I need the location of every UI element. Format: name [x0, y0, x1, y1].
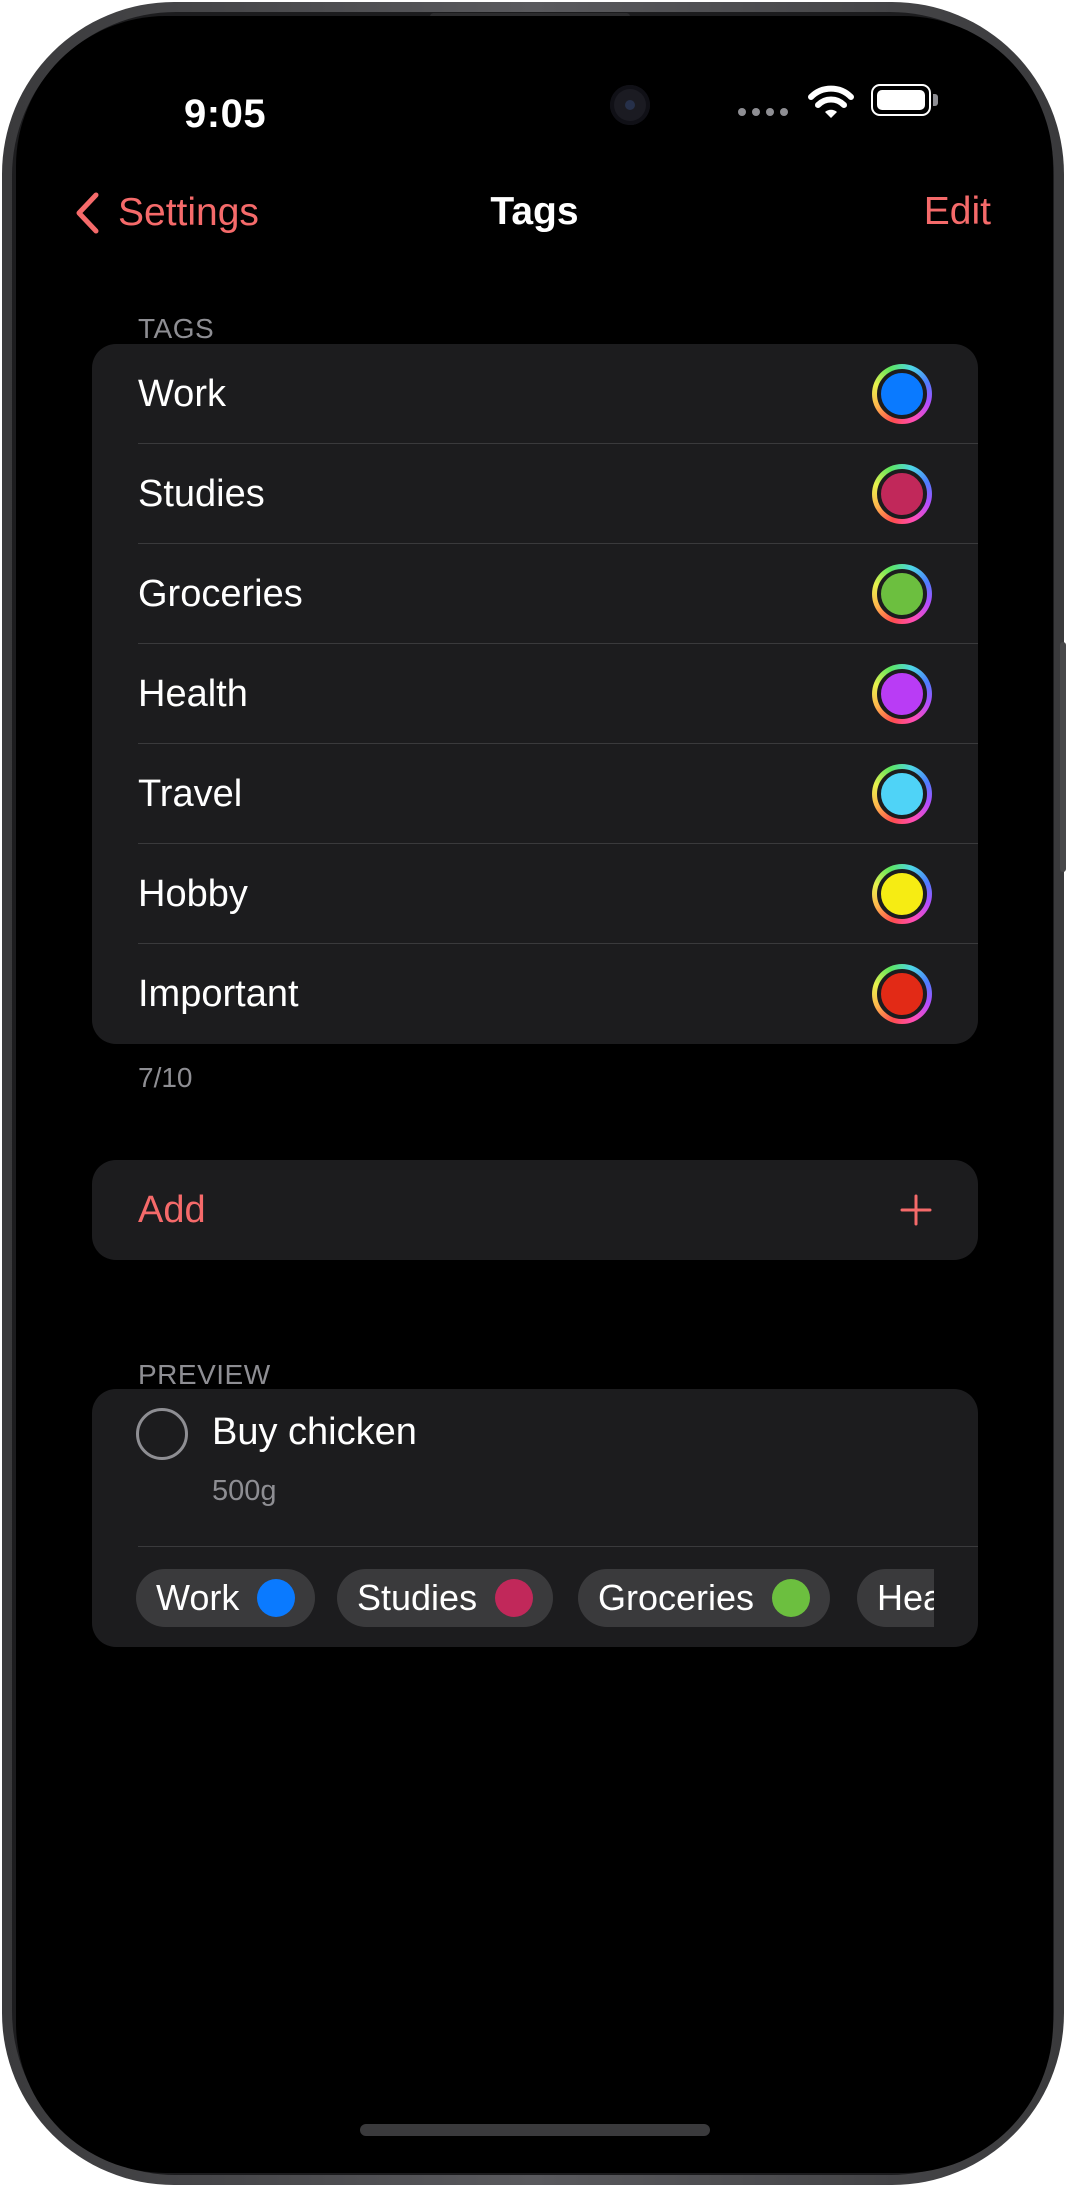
tag-chip-label: Work — [156, 1577, 240, 1618]
plus-icon — [900, 1194, 932, 1226]
task-title: Buy chicken — [212, 1411, 417, 1453]
tag-chip-dot — [772, 1579, 811, 1617]
edit-button[interactable]: Edit — [924, 190, 991, 234]
side-button — [1060, 642, 1066, 872]
tag-color-swatch — [877, 969, 927, 1019]
tag-chip: Work — [136, 1569, 316, 1627]
tags-section-header: TAGS — [138, 313, 215, 344]
status-time: 9:05 — [184, 92, 267, 136]
front-camera-icon — [610, 85, 650, 125]
tag-chip-label: Health — [877, 1577, 934, 1618]
task-checkbox[interactable] — [136, 1408, 188, 1460]
add-tag-button[interactable]: Add — [92, 1160, 978, 1260]
color-well-icon[interactable] — [872, 864, 932, 924]
tag-chip: Groceries — [578, 1569, 831, 1627]
tag-row-health[interactable]: Health — [92, 644, 978, 744]
tag-row-work[interactable]: Work — [92, 344, 978, 444]
tag-chip: Health — [857, 1569, 934, 1627]
wifi-icon — [808, 85, 854, 118]
task-subtitle: 500g — [212, 1475, 277, 1507]
tag-row-studies[interactable]: Studies — [92, 444, 978, 544]
home-indicator[interactable] — [360, 2124, 710, 2136]
tag-row-groceries[interactable]: Groceries — [92, 544, 978, 644]
preview-card: Buy chicken 500g Work Studies Groceries … — [92, 1389, 978, 1647]
battery-icon — [871, 84, 941, 120]
preview-section-header: PREVIEW — [138, 1359, 271, 1390]
tag-label: Studies — [138, 473, 265, 515]
tag-chip: Studies — [337, 1569, 554, 1627]
tag-count: 7/10 — [138, 1062, 193, 1093]
tag-label: Groceries — [138, 573, 303, 615]
tag-color-swatch — [877, 369, 927, 419]
color-well-icon[interactable] — [872, 664, 932, 724]
tag-label: Work — [138, 373, 226, 415]
page-title: Tags — [490, 190, 579, 233]
tag-color-swatch — [877, 869, 927, 919]
tag-label: Health — [138, 673, 248, 715]
tag-label: Hobby — [138, 873, 248, 915]
tag-chip-label: Groceries — [598, 1577, 755, 1618]
tags-list: Work Studies Groceries Health Travel Hob… — [92, 344, 978, 1044]
color-well-icon[interactable] — [872, 964, 932, 1024]
tag-chip-dot — [495, 1579, 534, 1617]
color-well-icon[interactable] — [872, 564, 932, 624]
color-well-icon[interactable] — [872, 464, 932, 524]
tag-row-travel[interactable]: Travel — [92, 744, 978, 844]
tag-chip-label: Studies — [357, 1577, 478, 1618]
tag-label: Travel — [138, 773, 243, 815]
add-label: Add — [138, 1189, 206, 1231]
tag-color-swatch — [877, 769, 927, 819]
tag-color-swatch — [877, 569, 927, 619]
tag-chip-dot — [257, 1579, 296, 1617]
tag-label: Important — [138, 973, 299, 1015]
screen: 9:05 Settings Tags Edit TAGS Work Studie… — [16, 16, 1053, 2173]
cellular-signal-icon — [738, 108, 790, 116]
color-well-icon[interactable] — [872, 764, 932, 824]
tag-chip-strip[interactable]: Work Studies Groceries Health — [136, 1547, 934, 1647]
tag-color-swatch — [877, 469, 927, 519]
color-well-icon[interactable] — [872, 364, 932, 424]
tag-color-swatch — [877, 669, 927, 719]
tag-row-hobby[interactable]: Hobby — [92, 844, 978, 944]
tag-row-important[interactable]: Important — [92, 944, 978, 1044]
